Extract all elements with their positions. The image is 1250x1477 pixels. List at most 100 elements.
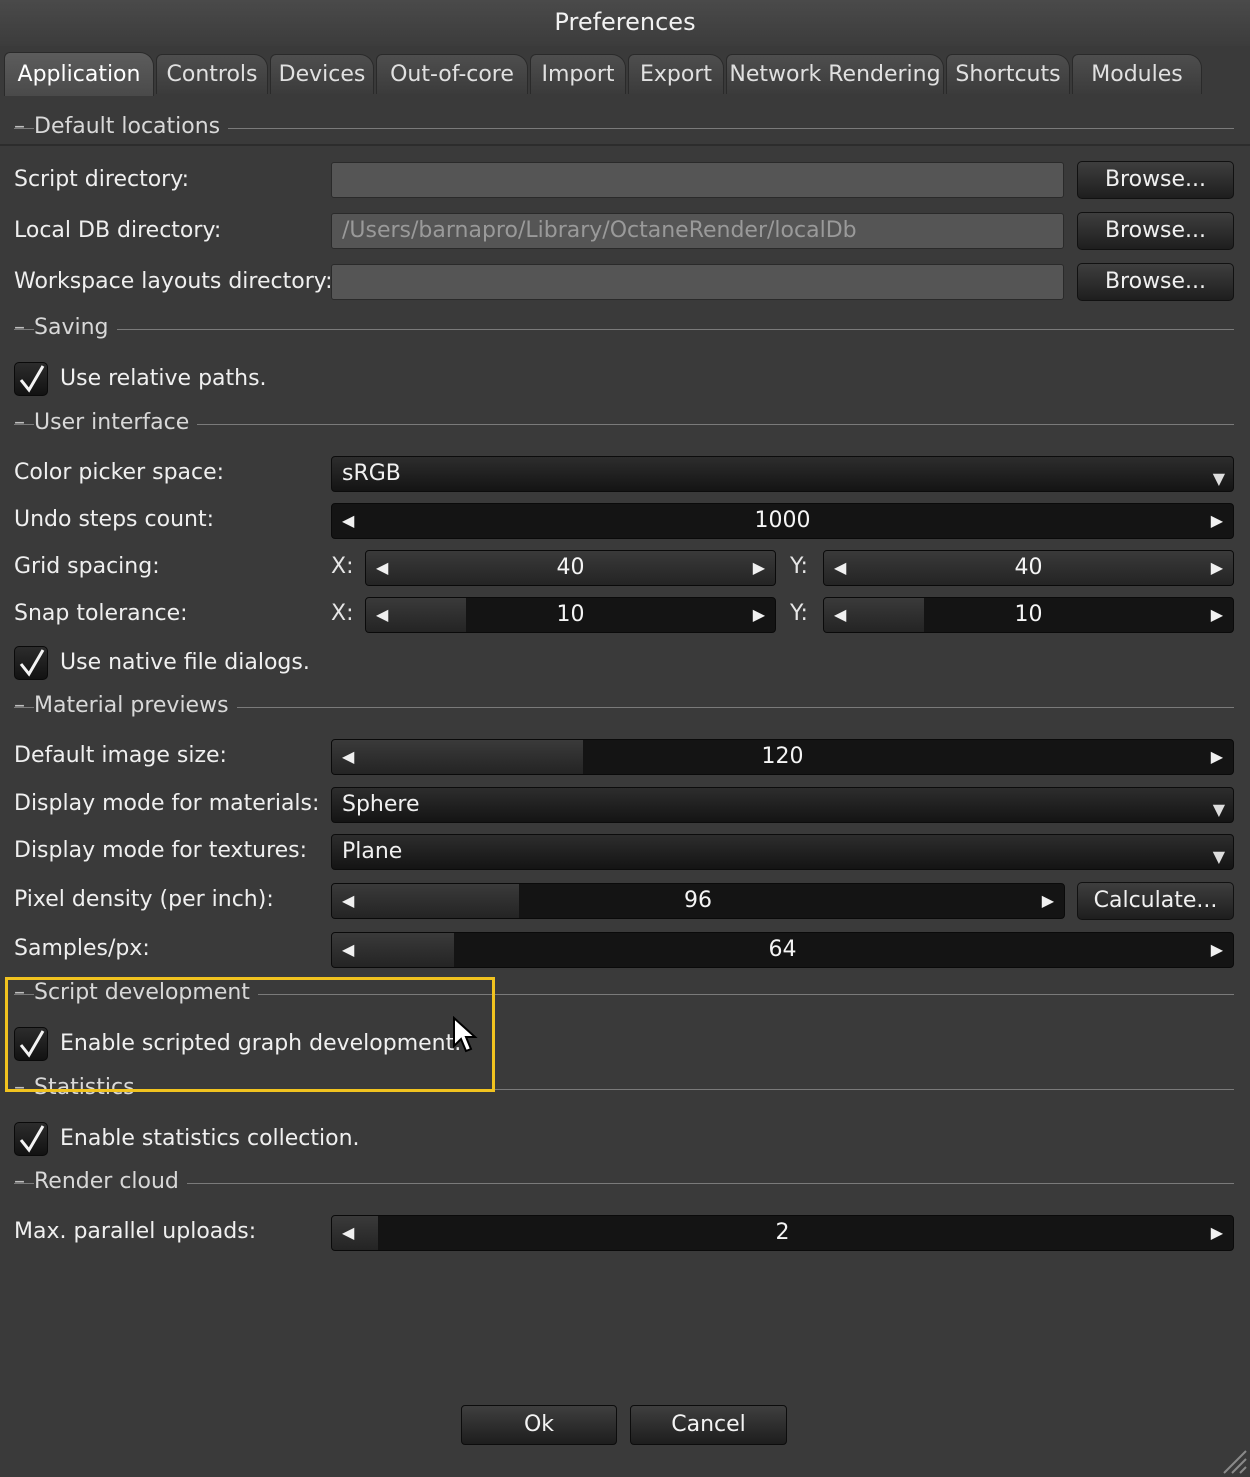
mouse-cursor-icon bbox=[453, 1016, 478, 1053]
section-saving: – Saving bbox=[14, 313, 1234, 343]
tab-divider bbox=[0, 144, 1250, 146]
section-dash: – bbox=[14, 693, 25, 718]
increment-arrow-icon[interactable]: ▶ bbox=[1211, 551, 1223, 585]
display-mode-materials-dropdown[interactable]: Sphere ▼ bbox=[331, 787, 1234, 823]
section-default-locations: – Default locations bbox=[14, 112, 1234, 142]
grid-spacing-x-value: 40 bbox=[556, 555, 585, 580]
snap-tolerance-y-label: Y: bbox=[790, 601, 808, 626]
increment-arrow-icon[interactable]: ▶ bbox=[1211, 504, 1223, 538]
grid-spacing-y-value: 40 bbox=[1014, 555, 1043, 580]
section-title: Material previews bbox=[34, 691, 237, 721]
enable-statistics-label: Enable statistics collection. bbox=[60, 1126, 360, 1151]
section-dash: – bbox=[14, 114, 25, 139]
tab-shortcuts[interactable]: Shortcuts bbox=[946, 54, 1070, 94]
increment-arrow-icon[interactable]: ▶ bbox=[1211, 933, 1223, 967]
relative-paths-checkbox[interactable] bbox=[14, 362, 48, 396]
increment-arrow-icon[interactable]: ▶ bbox=[753, 551, 765, 585]
grid-spacing-y-label: Y: bbox=[790, 554, 808, 579]
checkmark-icon bbox=[19, 1125, 45, 1153]
relative-paths-label: Use relative paths. bbox=[60, 366, 267, 391]
tab-controls[interactable]: Controls bbox=[156, 54, 268, 94]
display-mode-textures-label: Display mode for textures: bbox=[14, 838, 308, 863]
default-image-size-label: Default image size: bbox=[14, 743, 227, 768]
increment-arrow-icon[interactable]: ▶ bbox=[753, 598, 765, 632]
tab-out-of-core[interactable]: Out-of-core bbox=[376, 54, 528, 94]
tab-import[interactable]: Import bbox=[530, 54, 626, 94]
undo-steps-slider[interactable]: ◀ 1000 ▶ bbox=[331, 503, 1234, 539]
color-picker-space-value: sRGB bbox=[342, 461, 401, 486]
local-db-directory-label: Local DB directory: bbox=[14, 218, 222, 243]
checkmark-icon bbox=[19, 365, 45, 393]
snap-tolerance-y-value: 10 bbox=[1014, 602, 1043, 627]
color-picker-space-label: Color picker space: bbox=[14, 460, 225, 485]
tab-devices[interactable]: Devices bbox=[270, 54, 374, 94]
grid-spacing-label: Grid spacing: bbox=[14, 554, 160, 579]
pixel-density-slider[interactable]: ◀ 96 ▶ bbox=[331, 883, 1065, 919]
max-parallel-uploads-value: 2 bbox=[775, 1220, 790, 1245]
section-title: User interface bbox=[34, 408, 198, 438]
section-dash: – bbox=[14, 410, 25, 435]
increment-arrow-icon[interactable]: ▶ bbox=[1211, 598, 1223, 632]
workspace-layouts-label: Workspace layouts directory: bbox=[14, 269, 333, 294]
ok-button[interactable]: Ok bbox=[461, 1405, 617, 1445]
increment-arrow-icon[interactable]: ▶ bbox=[1042, 884, 1054, 918]
enable-statistics-checkbox[interactable] bbox=[14, 1122, 48, 1156]
tab-network-rendering[interactable]: Network Rendering bbox=[726, 54, 944, 94]
highlight-box bbox=[5, 977, 495, 1092]
display-mode-materials-value: Sphere bbox=[342, 792, 420, 817]
chevron-down-icon: ▼ bbox=[1212, 800, 1225, 819]
grid-spacing-y-slider[interactable]: ◀ 40 ▶ bbox=[823, 550, 1234, 586]
tab-bar: Application Controls Devices Out-of-core… bbox=[0, 50, 1250, 146]
pixel-density-value: 96 bbox=[684, 888, 712, 913]
snap-tolerance-y-slider[interactable]: ◀ 10 ▶ bbox=[823, 597, 1234, 633]
snap-tolerance-x-value: 10 bbox=[556, 602, 585, 627]
grid-spacing-x-slider[interactable]: ◀ 40 ▶ bbox=[365, 550, 776, 586]
section-dash: – bbox=[14, 1169, 25, 1194]
script-directory-field[interactable] bbox=[331, 162, 1064, 198]
display-mode-textures-value: Plane bbox=[342, 839, 403, 864]
samples-px-slider[interactable]: ◀ 64 ▶ bbox=[331, 932, 1234, 968]
display-mode-textures-dropdown[interactable]: Plane ▼ bbox=[331, 834, 1234, 870]
color-picker-space-dropdown[interactable]: sRGB ▼ bbox=[331, 456, 1234, 492]
samples-px-value: 64 bbox=[768, 937, 797, 962]
chevron-down-icon: ▼ bbox=[1212, 469, 1225, 488]
calculate-button[interactable]: Calculate... bbox=[1077, 882, 1234, 920]
workspace-layouts-field[interactable] bbox=[331, 264, 1064, 300]
increment-arrow-icon[interactable]: ▶ bbox=[1211, 740, 1223, 774]
snap-tolerance-x-slider[interactable]: ◀ 10 ▶ bbox=[365, 597, 776, 633]
native-dialogs-checkbox[interactable] bbox=[14, 646, 48, 680]
samples-px-label: Samples/px: bbox=[14, 936, 150, 961]
grid-spacing-x-label: X: bbox=[331, 554, 354, 579]
local-db-directory-field[interactable]: /Users/barnapro/Library/OctaneRender/loc… bbox=[331, 213, 1064, 249]
cancel-button[interactable]: Cancel bbox=[630, 1405, 787, 1445]
max-parallel-uploads-slider[interactable]: ◀ 2 ▶ bbox=[331, 1215, 1234, 1251]
tab-modules[interactable]: Modules bbox=[1072, 54, 1202, 94]
undo-steps-label: Undo steps count: bbox=[14, 507, 214, 532]
section-title: Render cloud bbox=[34, 1167, 187, 1197]
max-parallel-uploads-label: Max. parallel uploads: bbox=[14, 1219, 257, 1244]
tab-export[interactable]: Export bbox=[628, 54, 724, 94]
native-dialogs-label: Use native file dialogs. bbox=[60, 650, 310, 675]
snap-tolerance-label: Snap tolerance: bbox=[14, 601, 188, 626]
resize-grip-icon[interactable] bbox=[1220, 1447, 1248, 1475]
undo-steps-value: 1000 bbox=[754, 508, 811, 533]
section-dash: – bbox=[14, 315, 25, 340]
increment-arrow-icon[interactable]: ▶ bbox=[1211, 1216, 1223, 1250]
pixel-density-label: Pixel density (per inch): bbox=[14, 887, 274, 912]
checkmark-icon bbox=[19, 649, 45, 677]
snap-tolerance-x-label: X: bbox=[331, 601, 354, 626]
local-db-browse-button[interactable]: Browse... bbox=[1077, 212, 1234, 250]
default-image-size-slider[interactable]: ◀ 120 ▶ bbox=[331, 739, 1234, 775]
script-directory-browse-button[interactable]: Browse... bbox=[1077, 161, 1234, 199]
title-bar: Preferences bbox=[0, 0, 1250, 46]
section-material-previews: – Material previews bbox=[14, 691, 1234, 721]
window-title: Preferences bbox=[554, 8, 696, 36]
section-user-interface: – User interface bbox=[14, 408, 1234, 438]
chevron-down-icon: ▼ bbox=[1212, 847, 1225, 866]
script-directory-label: Script directory: bbox=[14, 167, 190, 192]
section-title: Saving bbox=[34, 313, 117, 343]
section-title: Default locations bbox=[34, 112, 229, 142]
tab-application[interactable]: Application bbox=[4, 52, 154, 96]
section-render-cloud: – Render cloud bbox=[14, 1167, 1234, 1197]
workspace-layouts-browse-button[interactable]: Browse... bbox=[1077, 263, 1234, 301]
